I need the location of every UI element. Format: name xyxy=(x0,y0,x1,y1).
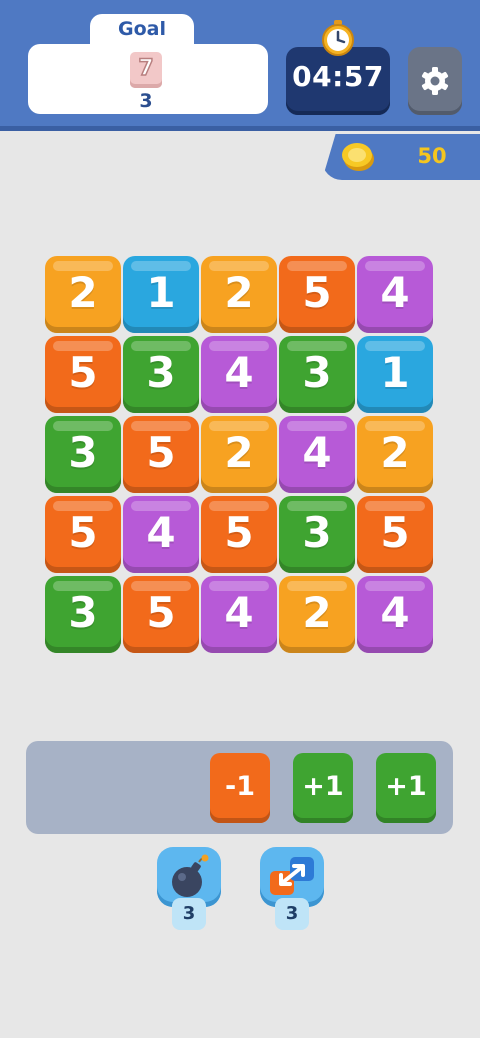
board-tile[interactable]: 4 xyxy=(201,336,277,413)
board-tile[interactable]: 5 xyxy=(45,496,121,573)
bomb-booster-count: 3 xyxy=(172,898,206,930)
tile-number: 1 xyxy=(146,268,176,317)
board-tile[interactable]: 3 xyxy=(123,336,199,413)
board-tile[interactable]: 1 xyxy=(357,336,433,413)
tile-number: 5 xyxy=(146,428,176,477)
coin-icon xyxy=(342,143,374,171)
board-tile[interactable]: 5 xyxy=(357,496,433,573)
tile-number: 4 xyxy=(380,268,410,317)
tile-number: 4 xyxy=(380,588,410,637)
board-tile[interactable]: 4 xyxy=(201,576,277,653)
board-tile[interactable]: 5 xyxy=(279,256,355,333)
goal-tile: 7 xyxy=(130,52,162,88)
board-tile[interactable]: 2 xyxy=(45,256,121,333)
timer-text: 04:57 xyxy=(292,60,384,93)
tile-number: 2 xyxy=(68,268,98,317)
tile-number: 2 xyxy=(224,268,254,317)
tile-number: 2 xyxy=(380,428,410,477)
tile-number: 3 xyxy=(68,588,98,637)
tray-tile[interactable]: +1 xyxy=(376,753,436,823)
board-tile[interactable]: 2 xyxy=(279,576,355,653)
tile-number: 4 xyxy=(302,428,332,477)
tray-tile[interactable]: -1 xyxy=(210,753,270,823)
tile-number: 5 xyxy=(68,348,98,397)
coin-count: 50 xyxy=(417,144,447,168)
board-tile[interactable]: 1 xyxy=(123,256,199,333)
tile-number: 3 xyxy=(302,508,332,557)
board-tile[interactable]: 2 xyxy=(357,416,433,493)
board-tile[interactable]: 3 xyxy=(279,336,355,413)
game-board: 2125453431352425453535424 xyxy=(45,256,435,656)
tile-number: 3 xyxy=(146,348,176,397)
board-tile[interactable]: 5 xyxy=(201,496,277,573)
tile-number: 5 xyxy=(380,508,410,557)
board-tile[interactable]: 4 xyxy=(357,256,433,333)
tile-number: 4 xyxy=(224,588,254,637)
board-tile[interactable]: 4 xyxy=(123,496,199,573)
tile-number: 5 xyxy=(68,508,98,557)
tile-number: 4 xyxy=(224,348,254,397)
stopwatch-icon xyxy=(322,20,354,56)
board-tile[interactable]: 3 xyxy=(45,416,121,493)
board-tile[interactable]: 3 xyxy=(45,576,121,653)
goal-title: Goal xyxy=(118,18,166,40)
tile-number: 3 xyxy=(68,428,98,477)
board-tile[interactable]: 2 xyxy=(201,416,277,493)
tile-number: 1 xyxy=(380,348,410,397)
tile-number: 4 xyxy=(146,508,176,557)
tile-number: 2 xyxy=(224,428,254,477)
tile-number: 5 xyxy=(302,268,332,317)
tray-tile[interactable]: +1 xyxy=(293,753,353,823)
goal-count: 3 xyxy=(139,90,153,112)
tile-number: 3 xyxy=(302,348,332,397)
swap-booster-count: 3 xyxy=(275,898,309,930)
tile-number: 5 xyxy=(224,508,254,557)
board-tile[interactable]: 3 xyxy=(279,496,355,573)
board-tile[interactable]: 4 xyxy=(357,576,433,653)
board-tile[interactable]: 5 xyxy=(123,416,199,493)
gear-icon[interactable] xyxy=(419,65,451,97)
board-tile[interactable]: 5 xyxy=(45,336,121,413)
tile-number: 5 xyxy=(146,588,176,637)
board-tile[interactable]: 5 xyxy=(123,576,199,653)
tile-number: 2 xyxy=(302,588,332,637)
board-tile[interactable]: 2 xyxy=(201,256,277,333)
board-tile[interactable]: 4 xyxy=(279,416,355,493)
